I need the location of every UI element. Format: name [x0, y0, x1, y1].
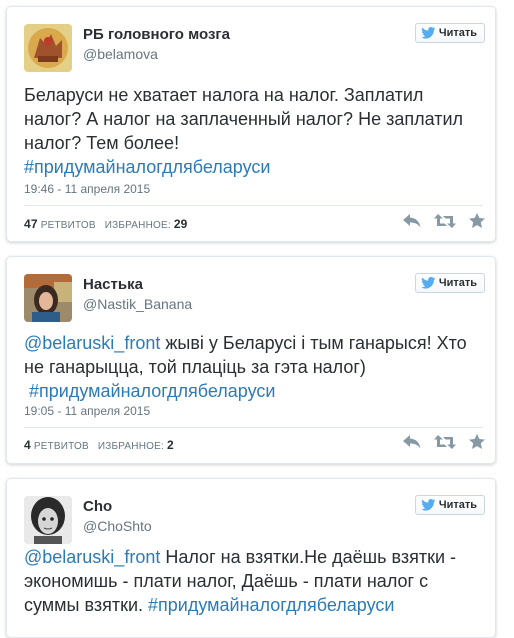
divider — [24, 427, 483, 428]
mention-link[interactable]: @belaruski_front — [24, 547, 160, 567]
twitter-bird-icon — [421, 499, 436, 511]
avatar[interactable] — [24, 24, 72, 72]
tweet-actions — [403, 213, 485, 228]
author-handle[interactable]: @Nastik_Banana — [83, 296, 192, 312]
avatar[interactable] — [24, 496, 72, 544]
follow-label: Читать — [438, 277, 477, 289]
retweet-label: РЕТВИТОВ — [40, 220, 96, 231]
tweet-actions — [403, 434, 485, 449]
tweet-text: @belaruski_front жыві у Беларусі і тым г… — [24, 331, 481, 403]
tweet-stats: 47 РЕТВИТОВ ИЗБРАННОЕ: 29 — [24, 217, 188, 231]
favorites-count[interactable]: 29 — [174, 217, 188, 231]
hashtag-link[interactable]: #придумайналогдлябеларуси — [24, 157, 270, 177]
tweet-text: Беларуси не хватает налога на налог. Зап… — [24, 83, 481, 179]
twitter-bird-icon — [421, 277, 436, 289]
favorites-label: ИЗБРАННОЕ: — [97, 441, 164, 452]
star-icon[interactable] — [469, 434, 485, 449]
retweet-count[interactable]: 47 — [24, 217, 38, 231]
follow-button[interactable]: Читать — [414, 23, 485, 43]
author-handle[interactable]: @ChoShto — [83, 518, 152, 534]
tweet-text: @belaruski_front Налог на взятки.Не даёш… — [24, 545, 481, 617]
follow-button[interactable]: Читать — [414, 273, 485, 293]
retweet-icon[interactable] — [434, 434, 456, 449]
hashtag-link[interactable]: #придумайналогдлябеларуси — [148, 595, 394, 615]
twitter-bird-icon — [421, 27, 436, 39]
divider — [24, 205, 483, 206]
hashtag-link[interactable]: #придумайналогдлябеларуси — [29, 381, 275, 401]
mention-link[interactable]: @belaruski_front — [24, 333, 160, 353]
retweet-count[interactable]: 4 — [24, 438, 31, 452]
retweet-icon[interactable] — [434, 213, 456, 228]
tweet-body: Беларуси не хватает налога на налог. Зап… — [24, 85, 464, 153]
tweet-card: РБ головного мозга @belamova Читать Бела… — [6, 6, 496, 242]
retweet-label: РЕТВИТОВ — [33, 441, 89, 452]
reply-icon[interactable] — [403, 213, 421, 228]
tweet-card: Настька @Nastik_Banana Читать @belaruski… — [6, 256, 496, 464]
reply-icon[interactable] — [403, 434, 421, 449]
favorites-count[interactable]: 2 — [167, 438, 174, 452]
author-handle[interactable]: @belamova — [83, 46, 158, 62]
author-name[interactable]: РБ головного мозга — [83, 26, 230, 43]
follow-label: Читать — [438, 27, 477, 39]
favorites-label: ИЗБРАННОЕ: — [104, 220, 171, 231]
follow-button[interactable]: Читать — [414, 495, 485, 515]
tweet-stats: 4 РЕТВИТОВ ИЗБРАННОЕ: 2 — [24, 438, 174, 452]
author-name[interactable]: Cho — [83, 498, 112, 515]
timestamp[interactable]: 19:46 - 11 апреля 2015 — [24, 182, 150, 196]
star-icon[interactable] — [469, 213, 485, 228]
follow-label: Читать — [438, 499, 477, 511]
timestamp[interactable]: 19:05 - 11 апреля 2015 — [24, 404, 150, 418]
tweet-card: Cho @ChoShto Читать @belaruski_front Нал… — [6, 478, 496, 638]
author-name[interactable]: Настька — [83, 276, 143, 293]
avatar[interactable] — [24, 274, 72, 322]
